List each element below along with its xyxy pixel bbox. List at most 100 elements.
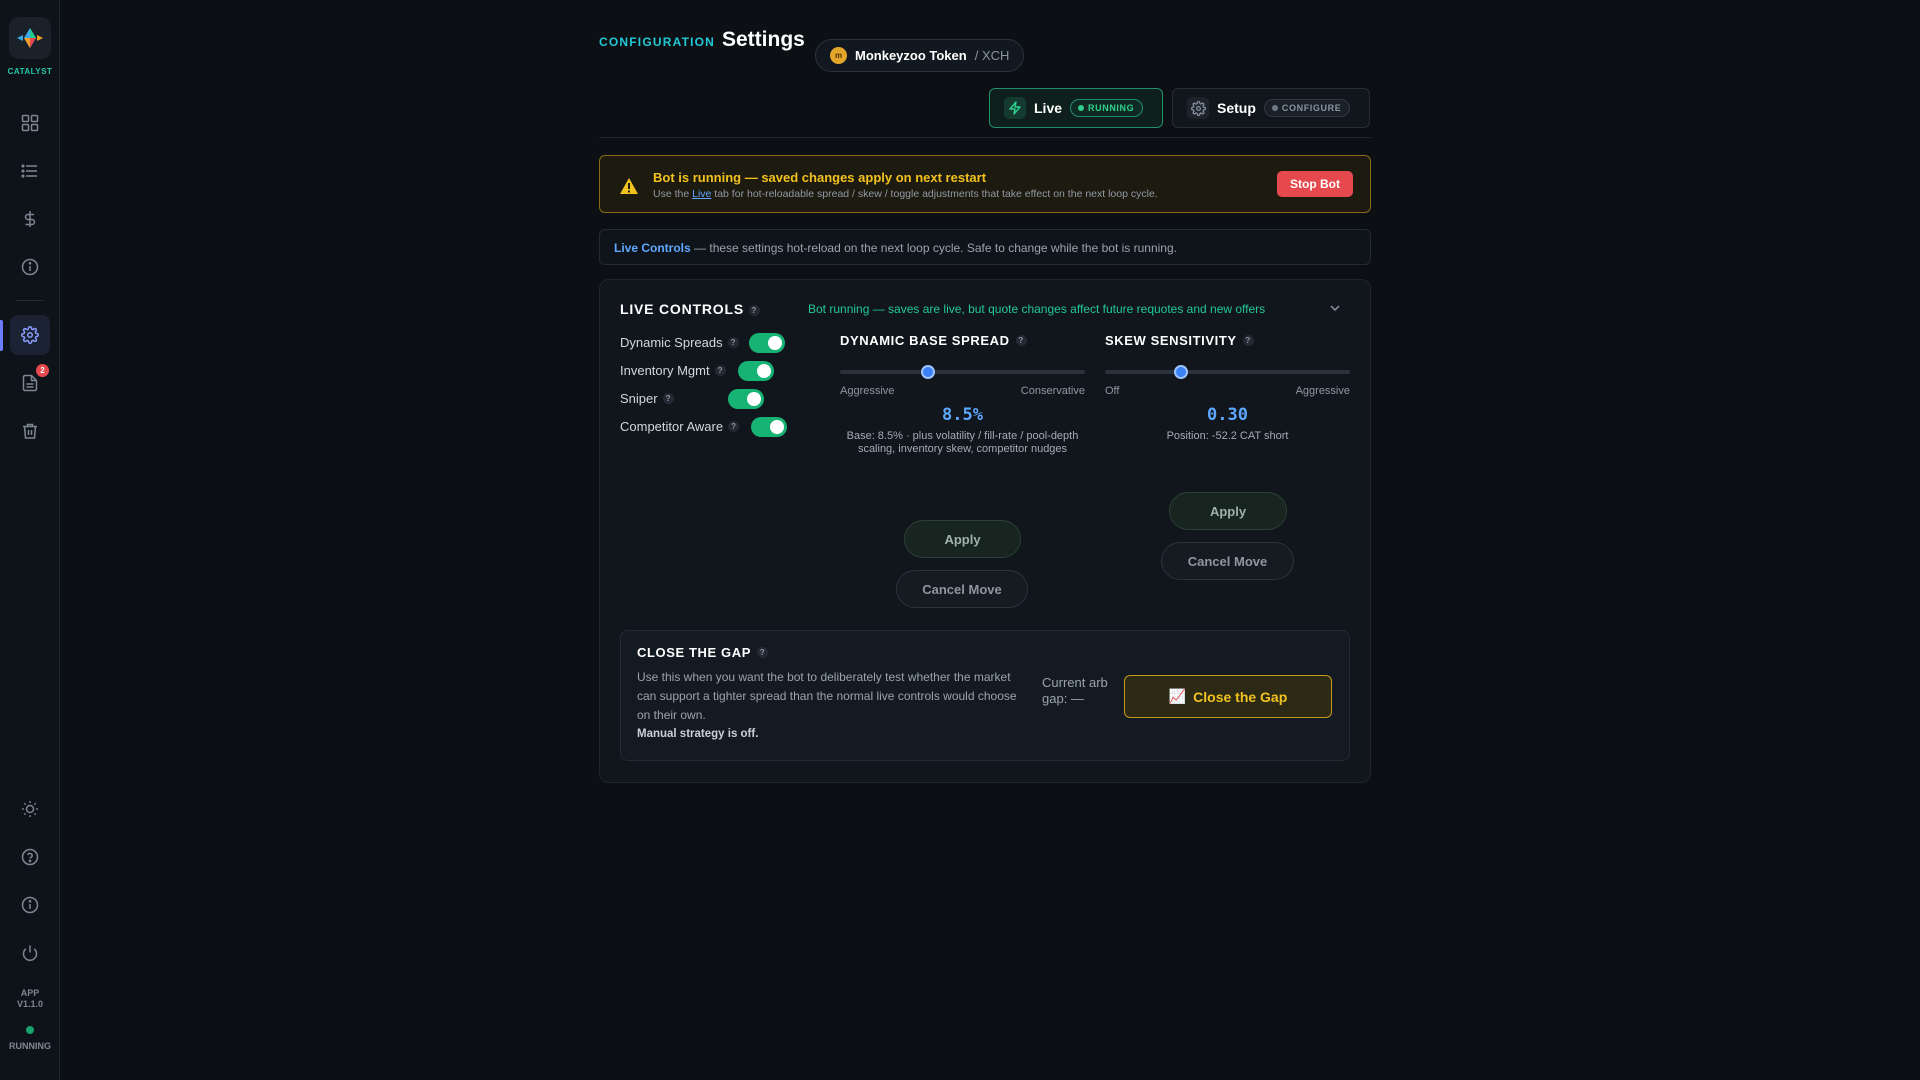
spread-value: 8.5% [942,405,983,425]
skew-value: 0.30 [1207,405,1248,425]
app-version: APP V1.1.0 [0,988,60,1010]
gear-icon [1187,97,1209,119]
power-button[interactable] [10,933,50,973]
info-icon [21,896,39,914]
sidebar: CATALYST 2 APP V1.1.0 RUNNING [0,0,60,1080]
stop-bot-button[interactable]: Stop Bot [1277,171,1353,197]
sniper-toggle[interactable] [728,389,764,409]
dynamic-spreads-toggle[interactable] [749,333,785,353]
skew-slider-thumb[interactable] [1173,365,1188,379]
close-the-gap-button[interactable]: 📈 Close the Gap [1124,675,1332,718]
nav-dashboard[interactable] [10,103,50,143]
help-icon[interactable]: ? [1242,335,1254,346]
help-icon [21,848,39,866]
toggle-row-competitor-aware: Competitor Aware? [620,419,740,434]
status-text: RUNNING [9,1041,51,1051]
toggle-label: Inventory Mgmt [620,363,710,378]
help-icon[interactable]: ? [662,393,674,404]
dynamic-base-spread-title-text: DYNAMIC BASE SPREAD [840,333,1010,348]
toggle-label: Sniper [620,391,658,406]
help-icon[interactable]: ? [727,337,739,348]
close-the-gap-description: Use this when you want the bot to delibe… [637,670,1017,722]
spread-min-label: Aggressive [840,385,895,397]
configure-badge-text: CONFIGURE [1281,103,1342,113]
warning-title: Bot is running — saved changes apply on … [653,170,987,185]
spread-apply-button[interactable]: Apply [904,520,1021,558]
logo-text: CATALYST [7,67,53,76]
chevron-down-icon[interactable] [1329,302,1341,314]
inventory-mgmt-toggle[interactable] [738,361,774,381]
help-icon[interactable]: ? [728,421,740,432]
info-text: — these settings hot-reload on the next … [690,241,1177,255]
help-icon[interactable]: ? [714,365,726,376]
tab-setup-label: Setup [1217,100,1256,116]
live-tab-link[interactable]: Live [692,188,711,200]
token-selector[interactable]: m Monkeyzoo Token / XCH [815,39,1025,72]
app-version-line2: V1.1.0 [16,999,44,1009]
toggle-row-dynamic-spreads: Dynamic Spreads? [620,335,739,350]
lightning-icon [1004,97,1026,119]
help-icon[interactable]: ? [1015,335,1027,346]
close-the-gap-button-label: Close the Gap [1193,688,1288,705]
list-icon [21,164,37,178]
token-icon: m [830,47,847,64]
nav-list[interactable] [10,151,50,191]
nav-info[interactable] [10,247,50,287]
notification-badge: 2 [36,364,49,377]
status-dot [26,1026,34,1034]
page-title: Settings [722,28,805,51]
warning-icon [620,178,638,194]
manual-strategy-note: Manual strategy is off. [637,728,759,740]
theme-toggle[interactable] [10,789,50,829]
sun-icon [22,801,38,817]
live-controls-title: LIVE CONTROLS ? [620,301,760,317]
token-pair: / XCH [974,48,1010,63]
skew-min-label: Off [1105,385,1120,397]
warning-desc-prefix: Use the [653,188,693,200]
tab-live-label: Live [1034,100,1063,116]
app-version-line1: APP [20,988,40,998]
power-icon [22,945,38,961]
spread-slider-track[interactable] [840,370,1085,374]
spread-cancel-move-button[interactable]: Cancel Move [896,570,1028,608]
token-name: Monkeyzoo Token [855,48,967,63]
dollar-icon [24,211,36,227]
warning-description: Use the Live tab for hot-reloadable spre… [653,188,1158,200]
live-controls-title-text: LIVE CONTROLS [620,301,744,317]
info-icon [21,258,39,276]
tab-setup[interactable]: Setup CONFIGURE [1172,88,1370,128]
skew-note: Position: -52.2 CAT short [1166,430,1289,442]
settings-icon [21,326,39,344]
tab-live[interactable]: Live RUNNING [989,88,1163,128]
about-button[interactable] [10,885,50,925]
document-icon [22,374,38,392]
help-icon[interactable]: ? [756,647,768,658]
nav-settings[interactable] [10,315,50,355]
info-banner: Live Controls — these settings hot-reloa… [599,229,1371,265]
skew-sensitivity-title-text: SKEW SENSITIVITY [1105,333,1237,348]
help-icon[interactable]: ? [748,304,760,316]
toggle-row-sniper: Sniper? [620,391,674,406]
nav-trash[interactable] [10,411,50,451]
competitor-aware-toggle[interactable] [751,417,787,437]
configure-badge: CONFIGURE [1263,99,1351,117]
close-the-gap-card: CLOSE THE GAP? Use this when you want th… [620,630,1350,761]
dynamic-base-spread-title: DYNAMIC BASE SPREAD? [840,333,1027,348]
skew-slider-track[interactable] [1105,370,1350,374]
catalyst-logo[interactable] [9,17,51,59]
header-divider [599,137,1371,138]
spread-note: Base: 8.5% · plus volatility / fill-rate… [846,430,1079,455]
active-indicator [0,320,3,351]
nav-finance[interactable] [10,199,50,239]
info-highlight: Live Controls [614,241,691,255]
skew-sensitivity-title: SKEW SENSITIVITY? [1105,333,1254,348]
close-the-gap-title: CLOSE THE GAP? [637,645,768,660]
help-button[interactable] [10,837,50,877]
warning-desc-suffix: tab for hot-reloadable spread / skew / t… [711,188,1158,200]
skew-apply-button[interactable]: Apply [1169,492,1287,530]
logo-icon [17,28,43,48]
running-badge-text: RUNNING [1088,103,1135,113]
spread-max-label: Conservative [1020,385,1085,397]
toggle-row-inventory-mgmt: Inventory Mgmt? [620,363,726,378]
skew-cancel-move-button[interactable]: Cancel Move [1161,542,1294,580]
